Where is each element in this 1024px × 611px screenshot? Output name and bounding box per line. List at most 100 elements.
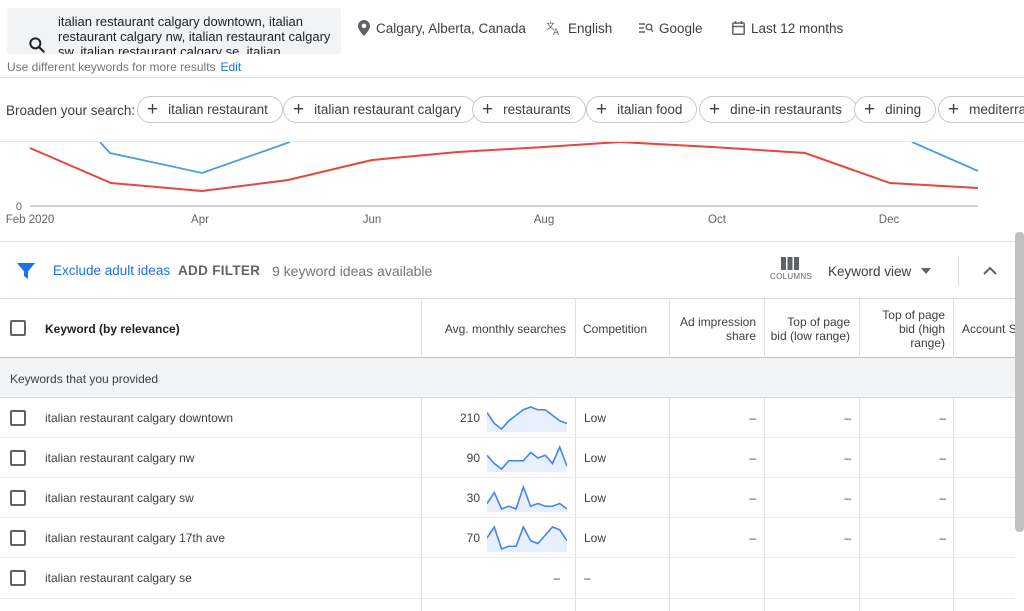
edit-link[interactable]: Edit [221, 60, 242, 74]
table-row[interactable]: italian restaurant calgary se – – [0, 558, 1015, 599]
broaden-label: Broaden your search: [6, 103, 136, 118]
sparkline-area [487, 407, 567, 432]
bid-low-cell: – [844, 411, 851, 425]
keyword-search-box[interactable]: italian restaurant calgary downtown, ita… [7, 8, 341, 54]
chip-label: italian restaurant [168, 102, 268, 117]
x-tick-label: Dec [879, 214, 900, 226]
searches-cell: 30 [466, 491, 480, 505]
column-divider [953, 298, 954, 358]
keyword-cell: italian restaurant calgary 17th ave [45, 531, 226, 545]
sparkline-area [487, 487, 567, 512]
header-keyword[interactable]: Keyword (by relevance) [45, 299, 180, 358]
collapse-chevron-icon[interactable] [983, 266, 997, 275]
bid-high-cell: – [939, 411, 946, 425]
trend-sparkline [487, 525, 567, 552]
date-range-label: Last 12 months [751, 20, 844, 36]
plus-icon: + [596, 99, 608, 120]
filter-funnel-icon[interactable] [17, 263, 35, 279]
hint-text: Use different keywords for more results [7, 60, 216, 74]
toolbar-divider [958, 256, 959, 286]
searches-cell: 90 [466, 451, 480, 465]
select-all-checkbox[interactable] [10, 320, 26, 336]
bid-low-cell: – [844, 451, 851, 465]
competition-cell: Low [584, 491, 607, 505]
add-filter-button[interactable]: ADD FILTER [178, 263, 260, 278]
header-account-status[interactable]: Account S [962, 299, 1017, 358]
location-pin-icon [358, 20, 370, 36]
chip-label: mediterra [969, 102, 1024, 117]
row-checkbox[interactable] [10, 410, 26, 426]
table-row[interactable]: italian restaurant calgary downtown 210 … [0, 398, 1015, 438]
bid-high-cell: – [939, 451, 946, 465]
bid-high-cell: – [939, 491, 946, 505]
broaden-chip[interactable]: + restaurants [472, 96, 586, 123]
bid-low-cell: – [844, 491, 851, 505]
table-row[interactable]: italian restaurant calgary sw 30 Low – –… [0, 478, 1015, 518]
header-top-bid-low[interactable]: Top of page bid (low range) [768, 299, 850, 358]
column-divider [859, 298, 860, 358]
provided-keywords-group: Keywords that you provided [0, 358, 1015, 398]
broaden-chip[interactable]: + italian restaurant calgary [283, 96, 477, 123]
header-top-bid-high[interactable]: Top of page bid (high range) [864, 299, 945, 358]
x-tick-label: Jun [363, 214, 382, 226]
chip-label: italian restaurant calgary [314, 102, 462, 117]
y-tick-label: 0 [16, 201, 22, 213]
ad-impression-cell: – [749, 411, 756, 425]
page-scrollbar[interactable] [1015, 232, 1024, 532]
x-tick-label: Oct [708, 214, 727, 226]
trend-sparkline [487, 484, 567, 512]
competition-cell: Low [584, 411, 607, 425]
group-label: Keywords that you provided [10, 372, 159, 386]
broaden-chip[interactable]: + italian restaurant [137, 96, 283, 123]
header-ad-impression-share[interactable]: Ad impression share [672, 299, 756, 358]
chip-label: restaurants [503, 102, 571, 117]
competition-cell: – [584, 571, 591, 585]
chip-label: dining [885, 102, 922, 117]
keyword-view-dropdown[interactable]: Keyword view [828, 264, 932, 279]
network-filter[interactable]: Google [639, 18, 703, 38]
keyword-cell: italian restaurant calgary nw [45, 451, 195, 465]
broaden-chip[interactable]: + dining [854, 96, 937, 123]
location-filter[interactable]: Calgary, Alberta, Canada [358, 18, 526, 38]
trend-sparkline [487, 444, 567, 472]
table-header: Keyword (by relevance) Avg. monthly sear… [0, 298, 1017, 358]
competition-cell: Low [584, 451, 607, 465]
table-row[interactable]: italian restaurant calgary 17th ave 70 L… [0, 518, 1015, 558]
series-blue-line [99, 142, 291, 174]
x-tick-label: Apr [191, 214, 209, 226]
row-checkbox[interactable] [10, 530, 26, 546]
row-checkbox[interactable] [10, 570, 26, 586]
broaden-chip[interactable]: + mediterra [938, 96, 1024, 123]
plus-icon: + [948, 99, 960, 120]
location-label: Calgary, Alberta, Canada [376, 20, 526, 36]
search-network-icon [639, 23, 653, 33]
language-filter[interactable]: 文A English [546, 18, 612, 38]
broaden-chip[interactable]: + dine-in restaurants [699, 96, 857, 123]
date-range-filter[interactable]: Last 12 months [732, 18, 843, 38]
table-row[interactable]: italian restaurant calgary nw 90 Low – –… [0, 438, 1015, 478]
competition-cell: Low [584, 531, 607, 545]
network-label: Google [659, 20, 703, 36]
plus-icon: + [709, 99, 721, 120]
dropdown-arrow-icon [921, 268, 932, 274]
columns-button[interactable]: COLUMNS [770, 257, 812, 281]
ad-impression-cell: – [749, 531, 756, 545]
header-avg-monthly-searches[interactable]: Avg. monthly searches [425, 299, 566, 358]
row-checkbox[interactable] [10, 490, 26, 506]
search-query[interactable]: italian restaurant calgary downtown, ita… [58, 14, 338, 54]
row-checkbox[interactable] [10, 450, 26, 466]
trend-chart-svg: 0 Feb 2020 Apr Jun Aug Oct Dec [6, 142, 979, 226]
keyword-view-label: Keyword view [828, 264, 912, 279]
searches-cell: – [553, 571, 560, 585]
broaden-chip[interactable]: + italian food [586, 96, 698, 123]
plus-icon: + [293, 99, 305, 120]
exclude-adult-ideas-link[interactable]: Exclude adult ideas [53, 263, 170, 278]
ad-impression-cell: – [749, 491, 756, 505]
column-divider [764, 298, 765, 358]
chip-label: dine-in restaurants [730, 102, 842, 117]
columns-icon [781, 257, 799, 270]
searches-cell: 210 [459, 411, 480, 425]
ad-impression-cell: – [749, 451, 756, 465]
header-competition[interactable]: Competition [583, 299, 647, 358]
series-blue-line-right [911, 142, 979, 172]
